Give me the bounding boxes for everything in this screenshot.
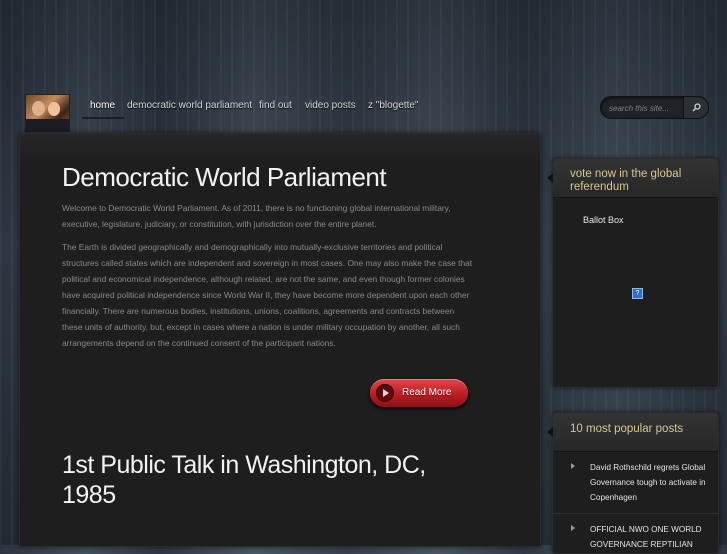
- nav-item-blogette[interactable]: z "blogette": [368, 100, 418, 111]
- content-panel: Democratic World Parliament Welcome to D…: [19, 133, 541, 547]
- nav-item-democratic-world-parliament[interactable]: democratic world parliament: [127, 100, 252, 111]
- arrow-right-icon: [376, 384, 394, 402]
- search-box: [600, 96, 709, 119]
- nav-item-video-posts[interactable]: video posts: [305, 100, 356, 111]
- ballot-box-label[interactable]: Ballot Box: [583, 215, 624, 225]
- nav-active-indicator: [82, 117, 124, 119]
- post-excerpt-paragraph: Welcome to Democratic World Parliament. …: [62, 203, 451, 229]
- widget-header: vote now in the global referendum: [547, 159, 718, 198]
- read-more-button[interactable]: Read More: [370, 379, 468, 407]
- avatar-face-left: [32, 101, 45, 116]
- bullet-arrow-icon: [571, 463, 575, 469]
- post-title[interactable]: 1st Public Talk in Washington, DC, 1985: [62, 450, 462, 510]
- popular-posts-widget: 10 most popular posts David Rothschild r…: [547, 412, 719, 554]
- widget-title: vote now in the global referendum: [570, 168, 682, 193]
- post-title[interactable]: Democratic World Parliament: [62, 162, 387, 193]
- post-excerpt-paragraph: The Earth is divided geographically and …: [62, 242, 473, 348]
- nav-item-find-out[interactable]: find out: [259, 100, 292, 111]
- avatar-shirt: [26, 119, 69, 131]
- search-input[interactable]: [607, 100, 685, 116]
- panel-top-shine: [20, 134, 540, 164]
- widget-header: 10 most popular posts: [547, 413, 718, 452]
- list-divider: [553, 513, 718, 514]
- nav-item-home[interactable]: home: [90, 100, 115, 111]
- popular-post-link[interactable]: David Rothschild regrets Global Governan…: [590, 460, 712, 505]
- site-logo-avatar[interactable]: [25, 94, 70, 132]
- search-button[interactable]: [683, 97, 708, 118]
- popular-post-link[interactable]: OFFICIAL NWO ONE WORLD GOVERNANCE REPTIL…: [590, 522, 712, 552]
- broken-image-icon[interactable]: ?: [632, 288, 643, 299]
- vote-widget: vote now in the global referendum Ballot…: [547, 158, 719, 388]
- avatar-face-right: [48, 102, 60, 116]
- widget-title: 10 most popular posts: [570, 423, 684, 435]
- magnifier-icon: [692, 103, 701, 112]
- bullet-arrow-icon: [571, 525, 575, 531]
- read-more-label: Read More: [402, 387, 452, 398]
